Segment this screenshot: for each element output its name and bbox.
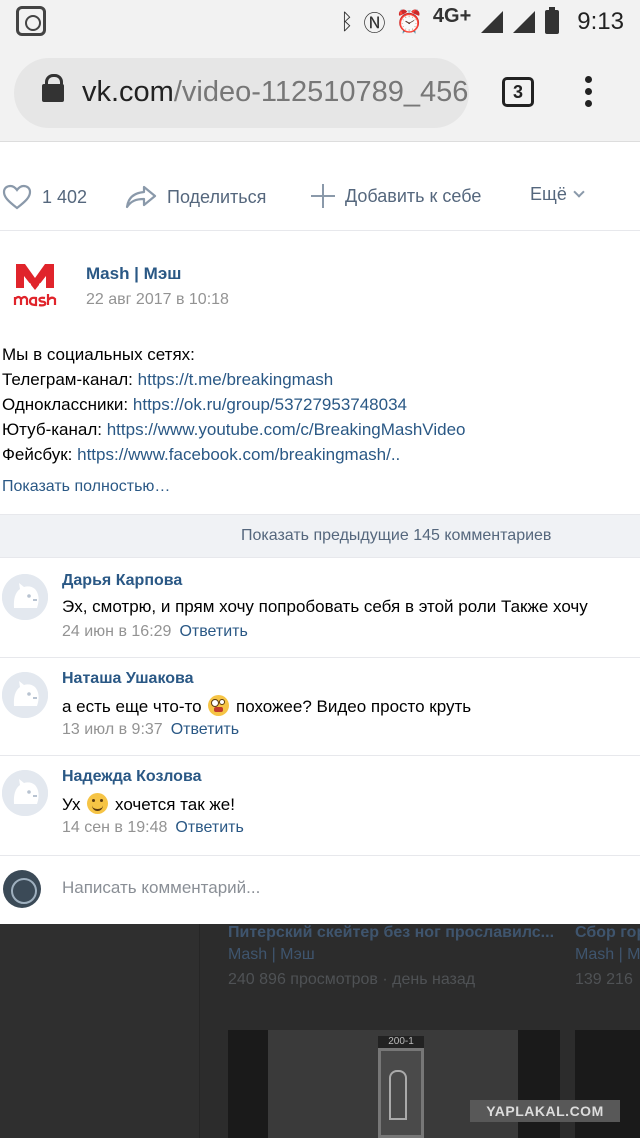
share-button[interactable]: Поделиться: [125, 184, 266, 210]
status-icons: ᛒ Ⓝ ⏰ 4G+ 9:13: [340, 4, 624, 40]
youtube-label: Ютуб-канал:: [2, 420, 107, 439]
post-line-ok: Одноклассники: https://ok.ru/group/53727…: [2, 392, 465, 417]
related-videos: Питерский скейтер без ног прославилс... …: [0, 924, 640, 1138]
alarm-icon: ⏰: [395, 9, 423, 35]
comment-text-part: а есть еще что-то: [62, 697, 202, 716]
address-bar[interactable]: vk.com/video-112510789_456: [14, 58, 469, 128]
signal-icon-2: [513, 11, 536, 33]
tab-switcher-button[interactable]: 3: [502, 77, 534, 107]
comment-meta: 14 сен в 19:48 Ответить: [62, 819, 244, 837]
clock: 9:13: [577, 8, 624, 35]
comment-text-part: похожее? Видео просто круть: [236, 697, 472, 716]
reply-button[interactable]: Ответить: [179, 623, 247, 640]
facebook-link[interactable]: https://www.facebook.com/breakingmash/..: [77, 445, 400, 464]
comment-author[interactable]: Наташа Ушакова: [62, 670, 194, 688]
watermark: YAPLAKAL.COM: [470, 1100, 620, 1122]
comment-text: а есть еще что-то похожее? Видео просто …: [62, 695, 471, 717]
add-to-my-videos-button[interactable]: Добавить к себе: [311, 184, 481, 208]
plus-icon: [311, 184, 335, 208]
url-domain: vk.com: [82, 76, 174, 108]
show-previous-comments-label: Показать предыдущие 145 комментариев: [241, 527, 552, 544]
comment-date[interactable]: 13 июл в 9:37: [62, 721, 163, 738]
comment-item: Надежда Козлова Ух хочется так же! 14 се…: [0, 756, 640, 854]
comment-item: Дарья Карпова Эх, смотрю, и прям хочу по…: [0, 560, 640, 658]
comment-date[interactable]: 14 сен в 19:48: [62, 819, 167, 836]
related-video-title[interactable]: Сбор гор: [575, 924, 640, 942]
battery-icon: [545, 7, 560, 34]
show-previous-comments-button[interactable]: Показать предыдущие 145 комментариев: [0, 514, 640, 558]
video-actions: 1 402 Поделиться Добавить к себе Ещё: [0, 172, 640, 222]
url-path: /video-112510789_456: [173, 76, 469, 108]
sidebar-panel: [0, 924, 200, 1138]
comment-text: Эх, смотрю, и прям хочу попробовать себя…: [62, 597, 588, 617]
post-date[interactable]: 22 авг 2017 в 10:18: [86, 291, 229, 309]
pedestrian-icon: [389, 1070, 407, 1120]
status-bar: ᛒ Ⓝ ⏰ 4G+ 9:13: [0, 0, 640, 44]
comment-composer: Написать комментарий...: [0, 855, 640, 923]
youtube-link[interactable]: https://www.youtube.com/c/BreakingMashVi…: [107, 420, 466, 439]
bluetooth-icon: ᛒ: [340, 9, 354, 35]
network-type: 4G+: [432, 4, 472, 27]
my-avatar: [3, 870, 41, 908]
age: день назад: [392, 971, 476, 988]
comment-input[interactable]: Написать комментарий...: [62, 878, 260, 898]
more-label: Ещё: [530, 184, 567, 204]
avatar[interactable]: [2, 672, 48, 718]
screen-recorder-icon: [16, 6, 46, 36]
comment-date[interactable]: 24 июн в 16:29: [62, 623, 171, 640]
comment-author[interactable]: Надежда Козлова: [62, 768, 201, 786]
post-line-youtube: Ютуб-канал: https://www.youtube.com/c/Br…: [2, 417, 465, 442]
share-icon: [125, 185, 157, 209]
telegram-label: Телеграм-канал:: [2, 370, 138, 389]
signal-icon: [481, 11, 504, 33]
telegram-link[interactable]: https://t.me/breakingmash: [138, 370, 334, 389]
related-video-author[interactable]: Mash | Мэш: [228, 946, 558, 964]
lock-icon[interactable]: [42, 74, 64, 102]
views: 240 896 просмотров: [228, 971, 378, 988]
smiling-emoji-icon: [87, 793, 109, 814]
more-button[interactable]: Ещё: [530, 184, 585, 205]
related-video-author[interactable]: Mash | М: [575, 946, 640, 964]
avatar[interactable]: [2, 770, 48, 816]
heart-icon: [2, 184, 32, 210]
reply-button[interactable]: Ответить: [171, 721, 239, 738]
ok-label: Одноклассники:: [2, 395, 133, 414]
ok-link[interactable]: https://ok.ru/group/53727953748034: [133, 395, 407, 414]
reply-button[interactable]: Ответить: [175, 819, 243, 836]
related-video-title[interactable]: Питерский скейтер без ног прославилс...: [228, 924, 558, 942]
comment-meta: 24 июн в 16:29 Ответить: [62, 623, 248, 641]
comment-text: Ух хочется так же!: [62, 793, 235, 815]
astonished-emoji-icon: [208, 695, 230, 716]
add-label: Добавить к себе: [345, 185, 482, 206]
post-line-facebook: Фейсбук: https://www.facebook.com/breaki…: [2, 442, 465, 467]
url-text[interactable]: vk.com/video-112510789_456: [82, 76, 468, 109]
browser-menu-icon[interactable]: [585, 76, 595, 110]
avatar[interactable]: [2, 574, 48, 620]
post-line-telegram: Телеграм-канал: https://t.me/breakingmas…: [2, 367, 465, 392]
comment-item: Наташа Ушакова а есть еще что-то похожее…: [0, 658, 640, 756]
comment-text-part: Ух: [62, 795, 81, 814]
divider: [0, 230, 640, 231]
share-label: Поделиться: [167, 186, 267, 207]
like-count: 1 402: [42, 186, 88, 207]
like-button[interactable]: 1 402: [2, 184, 87, 210]
mash-logo[interactable]: [12, 258, 58, 308]
comment-text-part: Эх, смотрю, и прям хочу попробовать себя…: [62, 597, 588, 616]
post-text: Мы в социальных сетях: Телеграм-канал: h…: [2, 342, 465, 467]
facebook-label: Фейсбук:: [2, 445, 78, 464]
related-video-meta: 240 896 просмотров · день назад: [228, 971, 476, 988]
post-intro: Мы в социальных сетях:: [2, 345, 195, 364]
chevron-down-icon: [573, 185, 585, 198]
comment-meta: 13 июл в 9:37 Ответить: [62, 721, 239, 739]
comment-text-part: хочется так же!: [115, 795, 235, 814]
comment-author[interactable]: Дарья Карпова: [62, 572, 182, 590]
post-author[interactable]: Mash | Мэш: [86, 264, 181, 284]
browser-toolbar: vk.com/video-112510789_456 3: [0, 44, 640, 142]
show-full-link[interactable]: Показать полностью…: [2, 478, 170, 496]
related-video-meta: 139 216: [575, 971, 640, 989]
views: 139 216: [575, 971, 633, 988]
nfc-icon: Ⓝ: [363, 12, 386, 37]
